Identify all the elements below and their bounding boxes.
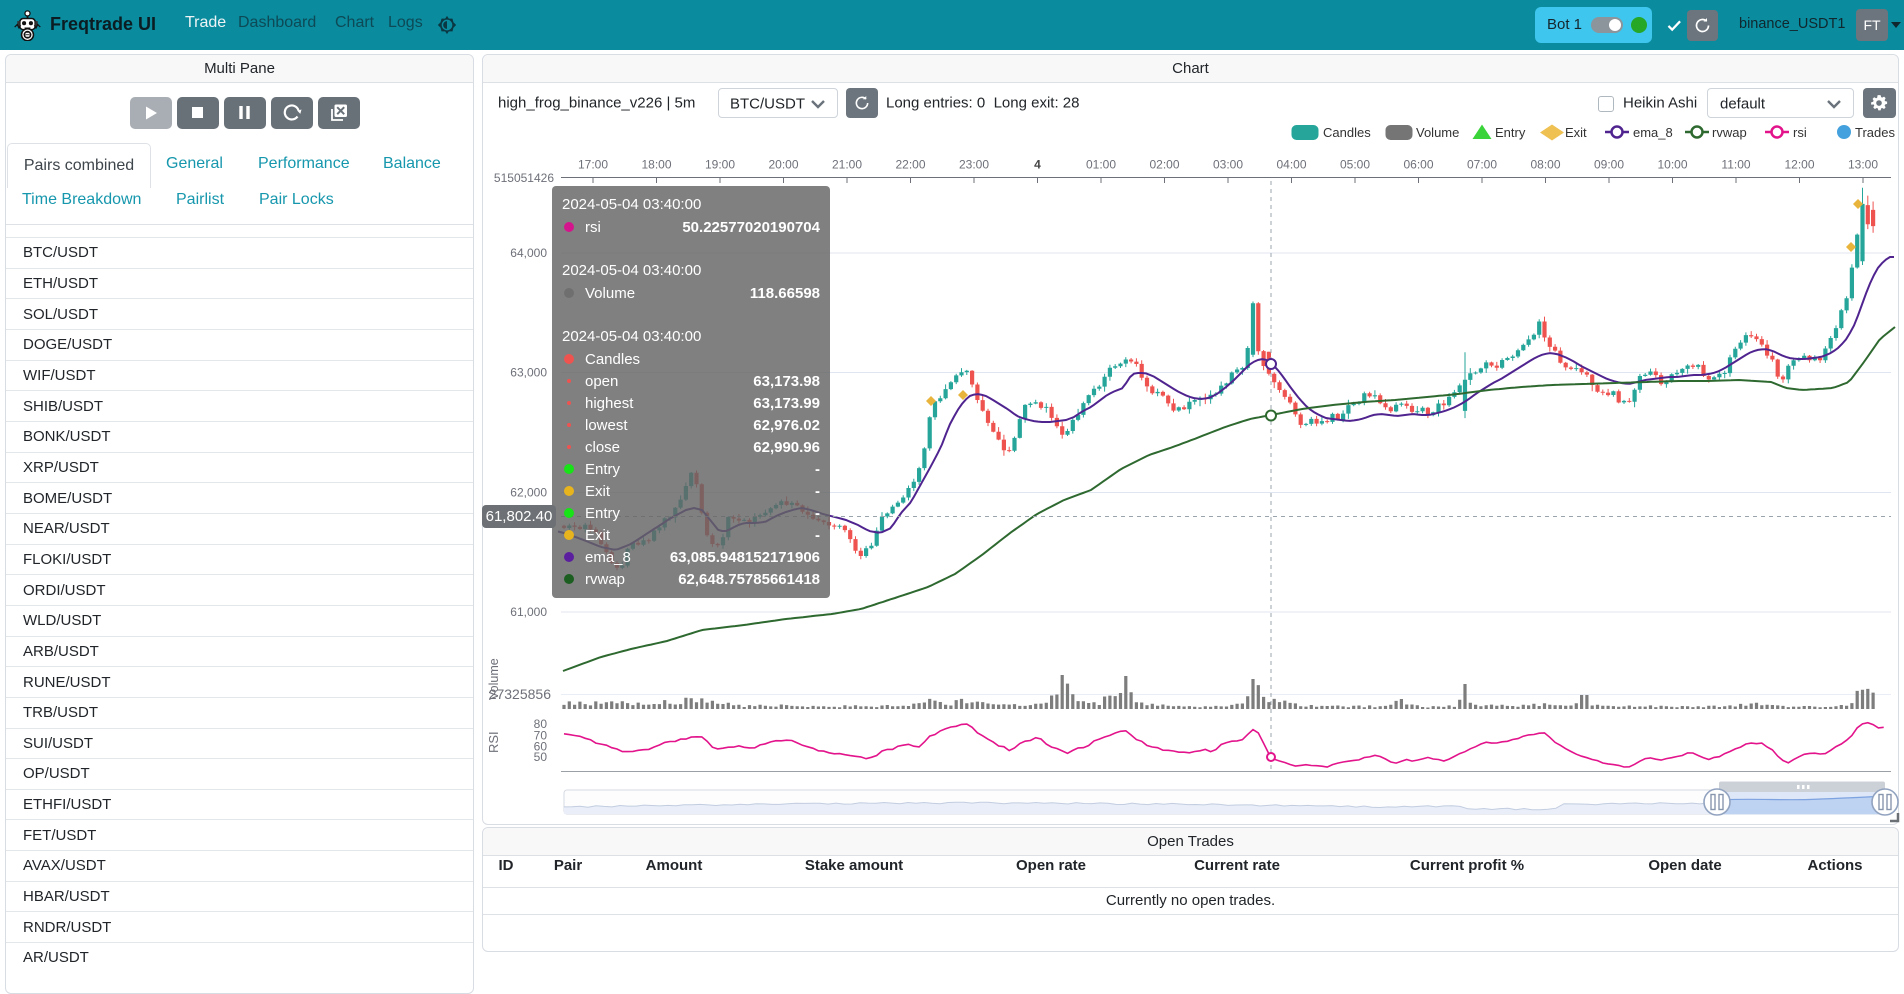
svg-text:01:00: 01:00 xyxy=(1086,158,1116,172)
svg-text:61,000: 61,000 xyxy=(510,605,547,619)
svg-text:Volume: Volume xyxy=(1416,125,1459,140)
svg-text:04:00: 04:00 xyxy=(1276,158,1306,172)
svg-text:19:00: 19:00 xyxy=(705,158,735,172)
svg-text:64,000: 64,000 xyxy=(510,246,547,260)
svg-text:09:00: 09:00 xyxy=(1594,158,1624,172)
svg-text:02:00: 02:00 xyxy=(1149,158,1179,172)
svg-text:50: 50 xyxy=(534,750,548,764)
svg-text:Exit: Exit xyxy=(1565,125,1587,140)
svg-text:20:00: 20:00 xyxy=(768,158,798,172)
svg-text:Entry: Entry xyxy=(1495,125,1526,140)
svg-text:05:00: 05:00 xyxy=(1340,158,1370,172)
svg-text:08:00: 08:00 xyxy=(1530,158,1560,172)
svg-text:ema_8: ema_8 xyxy=(1633,125,1673,140)
svg-text:Trades: Trades xyxy=(1855,125,1895,140)
svg-text:4: 4 xyxy=(1034,158,1041,172)
svg-text:18:00: 18:00 xyxy=(641,158,671,172)
svg-text:23:00: 23:00 xyxy=(959,158,989,172)
svg-text:13:00: 13:00 xyxy=(1848,158,1878,172)
svg-text:17:00: 17:00 xyxy=(578,158,608,172)
svg-text:07:00: 07:00 xyxy=(1467,158,1497,172)
svg-text:RSI: RSI xyxy=(486,731,501,753)
svg-text:03:00: 03:00 xyxy=(1213,158,1243,172)
svg-text:515051426: 515051426 xyxy=(494,171,554,185)
svg-text:63,000: 63,000 xyxy=(510,366,547,380)
svg-text:rsi: rsi xyxy=(1793,125,1807,140)
svg-text:Candles: Candles xyxy=(1323,125,1371,140)
svg-text:22:00: 22:00 xyxy=(895,158,925,172)
svg-text:Volume: Volume xyxy=(487,658,501,700)
svg-text:10:00: 10:00 xyxy=(1657,158,1687,172)
svg-text:21:00: 21:00 xyxy=(832,158,862,172)
svg-text:12:00: 12:00 xyxy=(1784,158,1814,172)
svg-text:11:00: 11:00 xyxy=(1721,158,1750,172)
svg-text:06:00: 06:00 xyxy=(1403,158,1433,172)
svg-text:rvwap: rvwap xyxy=(1712,125,1747,140)
svg-text:62,000: 62,000 xyxy=(510,485,547,499)
